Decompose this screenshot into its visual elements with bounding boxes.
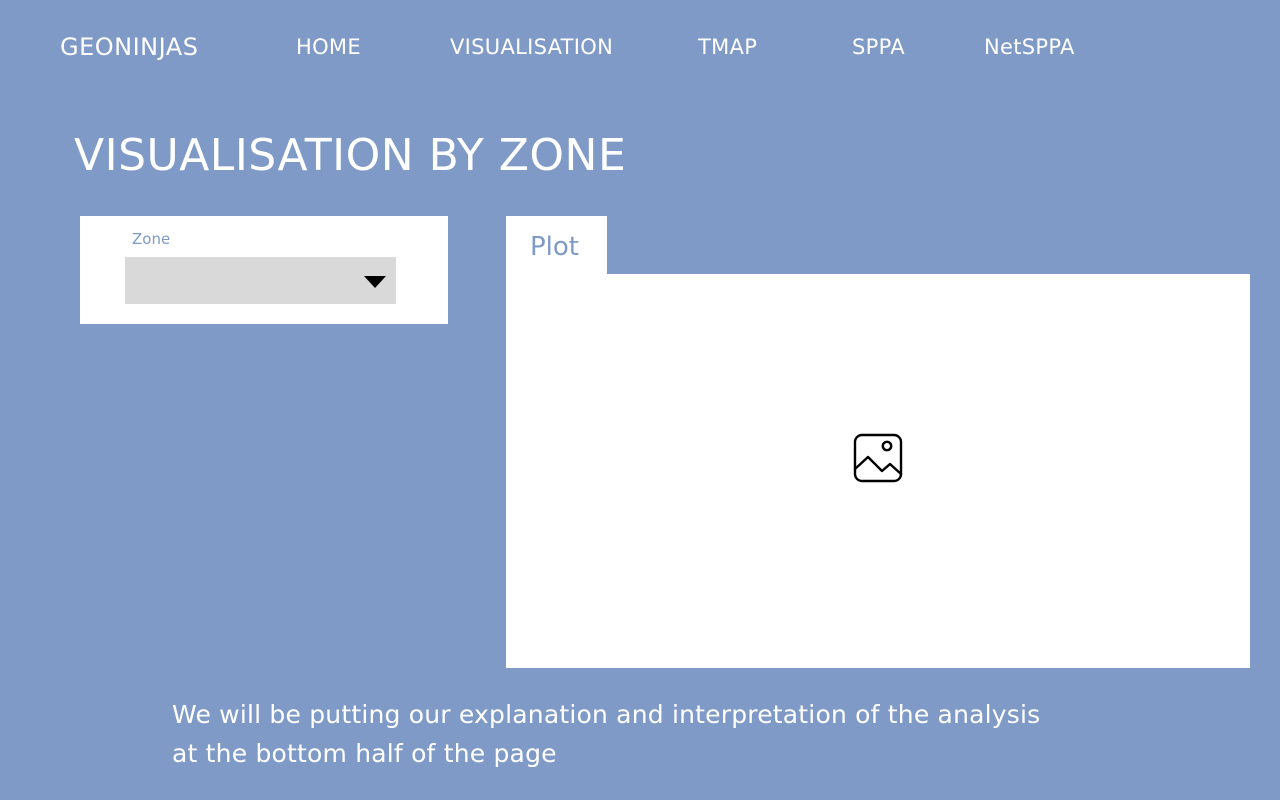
tab-plot-label: Plot — [530, 232, 580, 262]
zone-filter-panel: Zone — [80, 216, 448, 324]
zone-select[interactable] — [125, 257, 396, 304]
analysis-explanation: We will be putting our explanation and i… — [172, 695, 1172, 773]
nav-link-home[interactable]: HOME — [296, 35, 361, 59]
caret-down-icon — [364, 276, 386, 288]
plot-area — [506, 274, 1250, 668]
explanation-line-1: We will be putting our explanation and i… — [172, 700, 1041, 729]
page-title: VISUALISATION BY ZONE — [74, 130, 627, 181]
nav-link-tmap[interactable]: TMAP — [698, 35, 757, 59]
zone-label: Zone — [132, 230, 171, 248]
brand-logo[interactable]: GEONINJAS — [60, 33, 198, 61]
nav-link-netsppa[interactable]: NetSPPA — [984, 35, 1075, 59]
nav-link-sppa[interactable]: SPPA — [852, 35, 905, 59]
explanation-line-2: at the bottom half of the page — [172, 739, 557, 768]
image-icon — [853, 433, 903, 483]
top-navigation: GEONINJAS HOME VISUALISATION TMAP SPPA N… — [0, 0, 1280, 96]
nav-link-visualisation[interactable]: VISUALISATION — [450, 35, 613, 59]
tab-plot[interactable]: Plot — [506, 216, 607, 276]
